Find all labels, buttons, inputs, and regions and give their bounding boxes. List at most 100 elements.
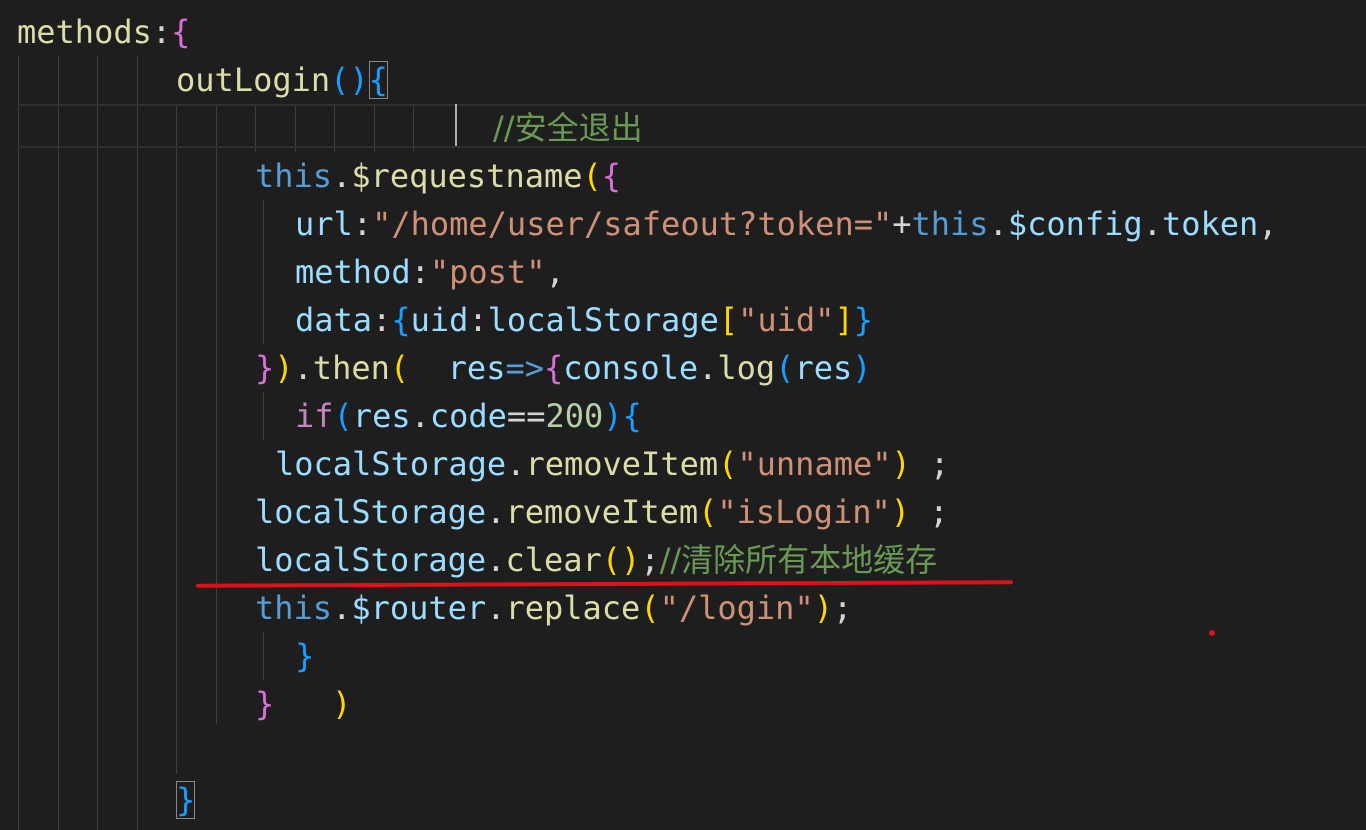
- token: .: [293, 349, 313, 387]
- token: (: [601, 541, 622, 579]
- token: "/home/user/safeout?token=": [372, 205, 893, 243]
- token: .: [698, 349, 718, 387]
- token: clear: [505, 541, 602, 579]
- token: then: [312, 349, 390, 387]
- code-line[interactable]: this.$router.replace("/login");: [255, 584, 852, 632]
- token: localStorage: [487, 301, 719, 339]
- comment: //清除所有本地缓存: [659, 541, 938, 579]
- token: ): [813, 589, 833, 627]
- token: .: [988, 205, 1008, 243]
- token: .: [506, 445, 526, 483]
- token: this: [255, 157, 333, 195]
- red-dot-mark: [1209, 630, 1215, 636]
- token: "unname": [737, 445, 892, 483]
- indent-guide: [58, 56, 59, 830]
- token: :: [352, 205, 373, 243]
- token: }: [255, 349, 275, 387]
- token: code: [429, 397, 507, 435]
- token: {: [601, 157, 622, 195]
- code-line[interactable]: outLogin(){: [176, 56, 388, 104]
- code-line[interactable]: this.$requestname({: [255, 152, 621, 200]
- token: (: [640, 589, 660, 627]
- token: ;: [640, 541, 660, 579]
- token: method: [295, 253, 411, 291]
- token: ;: [910, 493, 949, 531]
- token: "post": [429, 253, 546, 291]
- indent-guide: [263, 632, 264, 680]
- indent-guide: [216, 104, 217, 724]
- token: data: [295, 301, 373, 339]
- token: ): [349, 61, 369, 99]
- code-line[interactable]: methods:{: [17, 8, 190, 56]
- code-line[interactable]: }).then( res=>{console.log(res): [255, 344, 872, 392]
- token: :: [151, 13, 172, 51]
- token: $router: [351, 589, 487, 627]
- token: replace: [505, 589, 641, 627]
- code-line[interactable]: localStorage.removeItem("unname") ;: [275, 440, 949, 488]
- code-line[interactable]: }: [176, 776, 196, 824]
- code-editor[interactable]: methods:{ outLogin(){ //安全退出 this.$reque…: [0, 0, 1366, 830]
- token: $requestname: [351, 157, 583, 195]
- token: =>: [505, 349, 544, 387]
- token: (: [775, 349, 795, 387]
- token: this: [255, 589, 333, 627]
- token: {: [391, 301, 411, 339]
- token: outLogin: [176, 61, 331, 99]
- token: ;: [832, 589, 853, 627]
- code-line[interactable]: data:{uid:localStorage["uid"]}: [295, 296, 873, 344]
- token: .: [332, 157, 352, 195]
- token: $config: [1007, 205, 1143, 243]
- code-line[interactable]: } ): [255, 680, 351, 728]
- token: .: [486, 589, 506, 627]
- token: uid: [410, 301, 469, 339]
- token: {: [171, 13, 191, 51]
- token: ): [603, 397, 623, 435]
- token: ): [891, 445, 911, 483]
- indent-guide: [97, 56, 98, 830]
- token: ): [890, 493, 911, 531]
- indent-guide: [263, 392, 264, 440]
- comment: //安全退出: [493, 109, 643, 147]
- indent-guide: [263, 200, 264, 344]
- token: url: [295, 205, 353, 243]
- token: "isLogin": [717, 493, 891, 531]
- token: "/login": [659, 589, 814, 627]
- token: .: [486, 541, 506, 579]
- token: [: [718, 301, 739, 339]
- current-line-highlight: [18, 104, 1366, 148]
- code-line[interactable]: method:"post",: [295, 248, 565, 296]
- token: +: [892, 205, 912, 243]
- token: token: [1161, 205, 1259, 243]
- token: (: [389, 349, 410, 387]
- token: localStorage: [255, 493, 487, 531]
- code-line[interactable]: }: [295, 632, 314, 680]
- token: 200: [545, 397, 604, 435]
- token: }: [295, 637, 315, 675]
- token: log: [717, 349, 776, 387]
- token: res: [447, 349, 506, 387]
- token: .: [486, 493, 506, 531]
- token: methods: [17, 13, 152, 51]
- code-line[interactable]: url:"/home/user/safeout?token="+this.$co…: [295, 200, 1278, 248]
- token: console: [563, 349, 699, 387]
- token: ,: [1258, 205, 1278, 243]
- token: (: [582, 157, 602, 195]
- text-cursor: [455, 104, 457, 146]
- token: res: [352, 397, 411, 435]
- code-line[interactable]: localStorage.removeItem("isLogin") ;: [255, 488, 949, 536]
- token: (: [698, 493, 718, 531]
- token: {: [368, 61, 388, 99]
- token: ;: [910, 445, 950, 483]
- token: ==: [506, 397, 546, 435]
- token: (: [333, 397, 353, 435]
- code-line[interactable]: localStorage.clear();//清除所有本地缓存: [255, 536, 937, 584]
- code-line[interactable]: //安全退出: [493, 104, 643, 152]
- token: {: [622, 397, 642, 435]
- token: .: [410, 397, 430, 435]
- code-line[interactable]: if(res.code==200){: [295, 392, 642, 440]
- token: :: [372, 301, 392, 339]
- token: ,: [545, 253, 565, 291]
- indent-guide: [176, 104, 177, 774]
